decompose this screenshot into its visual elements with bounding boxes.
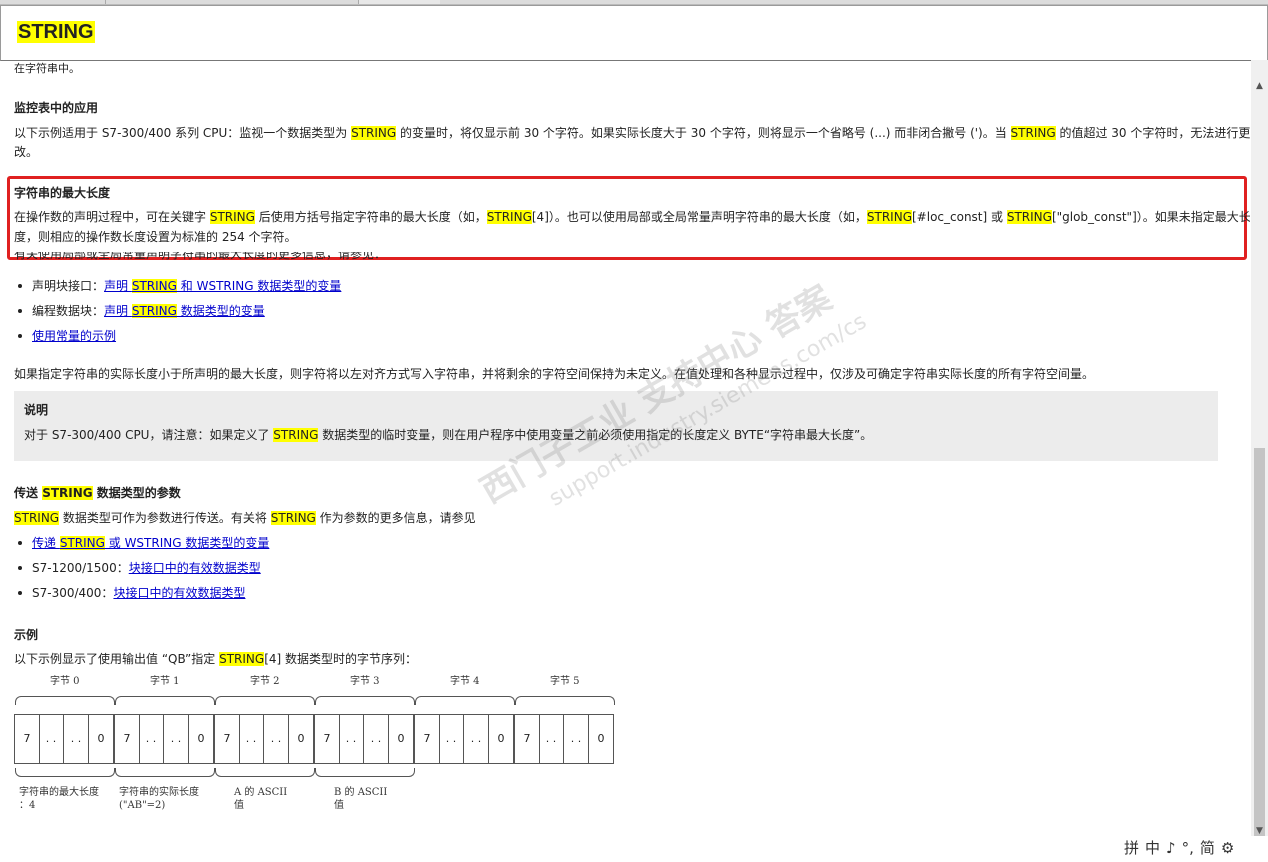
bit-cell: . .	[39, 714, 64, 764]
bit-cell: . .	[364, 714, 389, 764]
paragraph: 有关使用局部或全局常量声明字符串的最大长度的更多信息，请参见：	[14, 252, 387, 261]
byte-description: B 的 ASCII 值	[334, 786, 387, 812]
bit-cell: . .	[439, 714, 464, 764]
note-title: 说明	[24, 403, 49, 417]
paragraph: 度，则相应的操作数长度设置为标准的 254 个字符。	[14, 230, 297, 244]
desc-line: 字符串的最大长度	[19, 787, 99, 798]
ime-toolbar: 拼中 ♪ °, 简 ⚙	[1124, 836, 1268, 862]
byte-brace	[15, 696, 115, 705]
list-item: 传递 STRING 或 WSTRING 数据类型的变量	[14, 534, 269, 552]
tab[interactable]	[106, 0, 359, 4]
topic-content: 在字符串中。 监控表中的应用 以下示例适用于 S7-300/400 系列 CPU…	[0, 60, 1250, 858]
bit-cell: . .	[464, 714, 489, 764]
bit-cell: . .	[339, 714, 364, 764]
bit-cell: 0	[589, 714, 614, 764]
desc-line: 字符串的实际长度	[119, 787, 199, 798]
bit-cell: . .	[564, 714, 589, 764]
ime-chinese-icon[interactable]: 中	[1145, 839, 1160, 857]
bit-cell: 0	[189, 714, 214, 764]
link[interactable]: 块接口中的有效数据类型	[113, 586, 245, 600]
desc-line: 值	[334, 800, 344, 811]
tab[interactable]	[440, 0, 1268, 4]
bit-cell: 0	[489, 714, 514, 764]
paragraph: 在操作数的声明过程中，可在关键字 STRING 后使用方括号指定字符串的最大长度…	[14, 210, 1250, 224]
bit-cell: 0	[89, 714, 114, 764]
list-item: 编程数据块：声明 STRING 数据类型的变量	[14, 302, 265, 320]
ime-punct-icon[interactable]: °,	[1182, 839, 1194, 857]
paragraph: 以下示例适用于 S7-300/400 系列 CPU：监视一个数据类型为 STRI…	[14, 126, 1250, 140]
link[interactable]: 使用常量的示例	[32, 329, 116, 343]
desc-line: 值	[234, 800, 244, 811]
clipped-text: 在字符串中。	[14, 62, 80, 75]
list-item: S7-300/400：块接口中的有效数据类型	[14, 584, 245, 602]
section-heading: 传送 STRING 数据类型的参数	[14, 486, 181, 500]
page-title: STRING	[17, 21, 95, 43]
byte-label: 字节 0	[50, 676, 80, 687]
bit-cell: . .	[239, 714, 264, 764]
bit-cell: 7	[414, 714, 440, 764]
tab[interactable]	[0, 0, 106, 4]
scrollbar-thumb[interactable]	[1254, 448, 1265, 838]
byte-description: 字符串的实际长度 ("AB"=2)	[119, 786, 199, 812]
scroll-up-arrow-icon[interactable]: ▲	[1251, 78, 1268, 95]
byte-description: 字符串的最大长度 ：4	[19, 786, 99, 812]
bit-cell: 7	[14, 714, 40, 764]
bit-cell: 0	[389, 714, 414, 764]
section-heading: 监控表中的应用	[14, 101, 99, 115]
link[interactable]: 声明 STRING 数据类型的变量	[104, 304, 265, 318]
list-item: 声明块接口：声明 STRING 和 WSTRING 数据类型的变量	[14, 277, 341, 295]
list-item: 使用常量的示例	[14, 327, 116, 345]
bit-cell: 0	[289, 714, 314, 764]
note-text: 对于 S7-300/400 CPU，请注意：如果定义了 STRING 数据类型的…	[24, 428, 873, 442]
paragraph: 以下示例显示了使用输出值 “QB”指定 STRING[4] 数据类型时的字节序列…	[14, 652, 418, 666]
byte-label: 字节 4	[450, 676, 480, 687]
bit-cell: . .	[539, 714, 564, 764]
bit-cell: 7	[214, 714, 240, 764]
desc-brace	[115, 768, 215, 777]
byte-brace	[115, 696, 215, 705]
paragraph: 如果指定字符串的实际长度小于所声明的最大长度，则字符将以左对齐方式写入字符串，并…	[14, 367, 1095, 381]
desc-line: ：4	[19, 800, 36, 811]
bit-cell: . .	[64, 714, 89, 764]
paragraph: STRING 数据类型可作为参数进行传送。有关将 STRING 作为参数的更多信…	[14, 511, 476, 525]
byte-label: 字节 1	[150, 676, 180, 687]
desc-brace	[215, 768, 315, 777]
byte-label: 字节 2	[250, 676, 280, 687]
byte-brace	[215, 696, 315, 705]
byte-brace	[315, 696, 415, 705]
paragraph: 改。	[14, 145, 39, 159]
list-item: S7-1200/1500：块接口中的有效数据类型	[14, 559, 261, 577]
bit-cell: . .	[164, 714, 189, 764]
byte-description: A 的 ASCII 值	[234, 786, 287, 812]
vertical-scrollbar[interactable]: ▲ ▼	[1251, 60, 1268, 860]
ime-simplified-icon[interactable]: 简	[1200, 839, 1215, 857]
desc-brace	[15, 768, 115, 777]
ime-moon-icon[interactable]: ♪	[1166, 839, 1176, 857]
bit-cell: 7	[314, 714, 340, 764]
desc-line: B 的 ASCII	[334, 787, 388, 798]
link[interactable]: 声明 STRING 和 WSTRING 数据类型的变量	[104, 279, 341, 293]
byte-brace	[515, 696, 615, 705]
desc-line: ("AB"=2)	[119, 800, 166, 811]
desc-brace	[315, 768, 415, 777]
ime-settings-icon[interactable]: ⚙	[1221, 839, 1234, 857]
desc-line: A 的 ASCII	[234, 787, 288, 798]
bit-cell: . .	[264, 714, 289, 764]
link[interactable]: 传递 STRING 或 WSTRING 数据类型的变量	[32, 536, 269, 550]
link[interactable]: 块接口中的有效数据类型	[129, 561, 261, 575]
ime-mode-icon[interactable]: 拼	[1124, 839, 1139, 857]
bit-cell: 7	[114, 714, 140, 764]
bit-cell: . .	[139, 714, 164, 764]
byte-brace	[415, 696, 515, 705]
byte-label: 字节 5	[550, 676, 580, 687]
bit-cell: 7	[514, 714, 540, 764]
section-heading: 示例	[14, 628, 39, 642]
section-heading: 字符串的最大长度	[14, 186, 111, 200]
byte-label: 字节 3	[350, 676, 380, 687]
topic-header: STRING	[0, 5, 1268, 61]
